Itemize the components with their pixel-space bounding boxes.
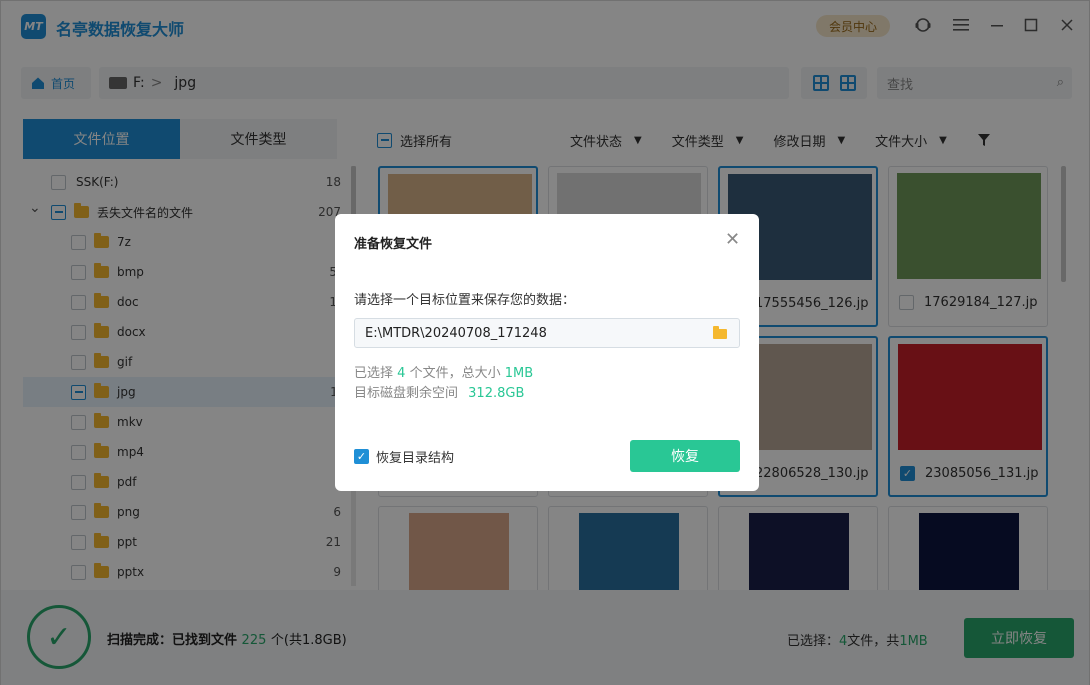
free-value: 312.8GB (468, 386, 525, 401)
keep-structure-checkbox[interactable]: ✓ (354, 449, 369, 464)
info-mid: 个文件，总大小 (409, 366, 501, 381)
keep-structure-option[interactable]: ✓ 恢复目录结构 (354, 447, 454, 466)
dialog-prompt: 请选择一个目标位置来保存您的数据： (354, 293, 576, 308)
dialog-selected-info: 已选择 4 个文件，总大小 1MB (354, 362, 533, 381)
dialog-recover-button[interactable]: 恢复 (630, 440, 740, 472)
info-count: 4 (397, 366, 406, 381)
dialog-free-space: 目标磁盘剩余空间 312.8GB (354, 382, 524, 401)
browse-folder-icon[interactable] (713, 326, 727, 339)
info-size: 1MB (504, 366, 534, 381)
keep-structure-label: 恢复目录结构 (376, 451, 455, 466)
save-path-value: E:\MTDR\20240708_171248 (365, 325, 547, 341)
recover-dialog: 准备恢复文件 ✕ 请选择一个目标位置来保存您的数据： E:\MTDR\20240… (335, 214, 759, 491)
dialog-title: 准备恢复文件 (354, 237, 433, 252)
dialog-close-icon[interactable]: ✕ (725, 231, 740, 249)
info-prefix: 已选择 (354, 366, 394, 381)
save-path-input[interactable]: E:\MTDR\20240708_171248 (354, 318, 740, 348)
free-label: 目标磁盘剩余空间 (354, 386, 459, 401)
